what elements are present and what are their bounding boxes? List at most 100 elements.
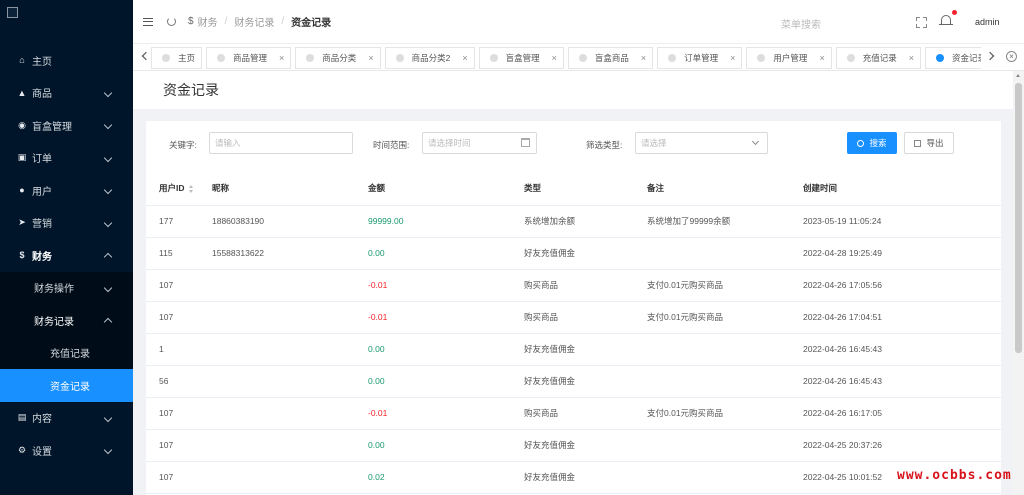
sidebar-item-goods[interactable]: ▲ 商品 bbox=[0, 77, 133, 110]
type-filter-select[interactable]: 请选择 bbox=[635, 132, 768, 154]
sidebar-item-users[interactable]: ● 用户 bbox=[0, 174, 133, 207]
tab-goods-category[interactable]: 商品分类 × bbox=[295, 47, 381, 69]
tab-goods-category2[interactable]: 商品分类2 × bbox=[384, 47, 475, 69]
close-icon[interactable]: × bbox=[909, 53, 914, 63]
logo[interactable] bbox=[0, 0, 133, 44]
breadcrumb-item[interactable]: 财务记录 bbox=[234, 14, 274, 29]
close-icon[interactable]: × bbox=[279, 53, 284, 63]
created-time-cell: 2022-04-26 16:45:43 bbox=[790, 333, 1001, 366]
sidebar-item-orders[interactable]: ▣ 订单 bbox=[0, 142, 133, 175]
sidebar-item-fund-records[interactable]: 资金记录 bbox=[0, 369, 133, 402]
records-card: 关键字: 请输入 时间范围: 请选择时间 筛选类型: 请选择 搜索 导出 用户I… bbox=[146, 121, 1001, 495]
bell-icon[interactable] bbox=[939, 10, 957, 27]
breadcrumb-item[interactable]: 财务 bbox=[198, 14, 218, 29]
page-header: 资金记录 bbox=[133, 71, 1013, 109]
sidebar-item-home[interactable]: ⌂ 主页 bbox=[0, 44, 133, 77]
tab-user-manage[interactable]: 用户管理 × bbox=[746, 47, 832, 69]
tab-dot bbox=[395, 54, 404, 62]
sidebar-item-finance-records[interactable]: 财务记录 bbox=[0, 304, 133, 337]
tab-recharge-records[interactable]: 充值记录 × bbox=[835, 47, 921, 69]
tab-dot bbox=[757, 54, 766, 62]
table-body: 177 18860383190 99999.00 系统增加余额 系统增加了99999余额… bbox=[146, 205, 1001, 494]
remark-cell bbox=[634, 333, 790, 366]
user-id-cell: 107 bbox=[146, 461, 199, 494]
amount-cell: 0.00 bbox=[355, 365, 511, 398]
table-row: 107 0.02 好友充值佣金 2022-04-25 10:01:52 bbox=[146, 461, 1001, 494]
table-row: 1 0.00 好友充值佣金 2022-04-26 16:45:43 bbox=[146, 333, 1001, 366]
amount-cell: -0.01 bbox=[355, 301, 511, 334]
refresh-icon[interactable] bbox=[167, 17, 176, 26]
close-icon[interactable]: × bbox=[368, 53, 373, 63]
keyword-input[interactable]: 请输入 bbox=[209, 132, 353, 154]
tab-fund-records[interactable]: 资金记录× bbox=[924, 47, 981, 69]
sort-icon[interactable] bbox=[188, 184, 194, 193]
export-button[interactable]: 导出 bbox=[904, 132, 954, 154]
user-id-cell: 107 bbox=[146, 429, 199, 462]
tabs-scroll-right-icon[interactable] bbox=[985, 51, 995, 61]
scroll-up-icon[interactable] bbox=[1016, 74, 1020, 77]
sidebar-item-content[interactable]: ▤ 内容 bbox=[0, 402, 133, 435]
table-row: 107 0.00 好友充值佣金 2022-04-25 20:37:26 bbox=[146, 429, 1001, 462]
tab-dot bbox=[217, 54, 226, 62]
type-cell: 好友充值佣金 bbox=[511, 365, 634, 398]
column-header-nickname: 昵称 bbox=[199, 171, 355, 206]
table-row: 56 0.00 好友充值佣金 2022-04-26 16:45:43 bbox=[146, 365, 1001, 398]
tab-label: 用户管理 bbox=[773, 53, 808, 63]
calendar-icon bbox=[521, 138, 530, 147]
time-range-picker[interactable]: 请选择时间 bbox=[422, 132, 537, 154]
nickname-cell bbox=[199, 429, 355, 462]
close-icon[interactable]: × bbox=[730, 53, 735, 63]
close-icon[interactable]: × bbox=[552, 53, 557, 63]
tab-blindbox-goods[interactable]: 盲盒商品 × bbox=[567, 47, 654, 69]
sidebar-item-blindbox[interactable]: ◉ 盲盒管理 bbox=[0, 109, 133, 142]
header: $ 财务 / 财务记录 / 资金记录 菜单搜索 admin bbox=[133, 0, 1024, 44]
type-cell: 好友充值佣金 bbox=[511, 237, 634, 270]
menu-search-input[interactable]: 菜单搜索 bbox=[781, 16, 821, 31]
fullscreen-icon[interactable] bbox=[916, 17, 927, 28]
tab-label: 充值记录 bbox=[862, 53, 897, 63]
tab-dot bbox=[306, 54, 315, 62]
chevron-down-icon bbox=[103, 413, 113, 422]
gear-icon: ⚙ bbox=[17, 444, 27, 455]
sidebar-item-settings[interactable]: ⚙ 设置 bbox=[0, 434, 133, 467]
created-time-cell: 2022-04-26 17:04:51 bbox=[790, 301, 1001, 334]
close-icon[interactable]: × bbox=[462, 53, 467, 63]
sidebar-item-finance[interactable]: $ 财务 bbox=[0, 239, 133, 272]
breadcrumb-separator: / bbox=[224, 16, 228, 27]
column-header-remark: 备注 bbox=[634, 171, 790, 206]
page-title: 资金记录 bbox=[163, 82, 219, 98]
column-header-user-id[interactable]: 用户ID bbox=[146, 171, 199, 206]
close-icon[interactable]: × bbox=[641, 53, 646, 63]
tab-label: 商品管理 bbox=[233, 53, 268, 63]
sidebar-item-recharge-records[interactable]: 充值记录 bbox=[0, 337, 133, 370]
breadcrumb: $ 财务 / 财务记录 / 资金记录 bbox=[188, 14, 331, 29]
sidebar-item-label: 财务操作 bbox=[34, 284, 74, 296]
tab-home[interactable]: 主页 bbox=[151, 47, 203, 69]
sidebar-item-marketing[interactable]: ➤ 营销 bbox=[0, 207, 133, 240]
search-button[interactable]: 搜索 bbox=[847, 132, 897, 154]
chevron-up-icon bbox=[103, 253, 113, 262]
created-time-cell: 2022-04-25 20:37:26 bbox=[790, 429, 1001, 462]
user-icon: ● bbox=[19, 185, 25, 196]
tabs-bar: 主页 商品管理 × 商品分类 × 商品分类2 × 盲盒管理 × 盲盒商品 × 订单管理 × … bbox=[133, 44, 1024, 71]
dollar-icon: $ bbox=[19, 250, 25, 261]
nickname-cell bbox=[199, 301, 355, 334]
scrollbar-thumb[interactable] bbox=[1015, 83, 1022, 353]
page-scrollbar[interactable] bbox=[1013, 71, 1024, 495]
nickname-cell bbox=[199, 269, 355, 302]
tabs-scroll-left-icon[interactable] bbox=[141, 51, 151, 61]
sidebar-item-finance-ops[interactable]: 财务操作 bbox=[0, 272, 133, 305]
remark-cell: 支付0.01元购买商品 bbox=[634, 301, 790, 334]
tab-blindbox-manage[interactable]: 盲盒管理 × bbox=[478, 47, 564, 69]
sidebar-item-label: 用户 bbox=[32, 186, 52, 198]
tab-label: 资金记录 bbox=[951, 53, 981, 63]
user-name[interactable]: admin bbox=[975, 17, 1000, 27]
close-all-tabs-icon[interactable]: × bbox=[1006, 51, 1017, 62]
user-id-cell: 107 bbox=[146, 397, 199, 430]
tab-order-manage[interactable]: 订单管理 × bbox=[657, 47, 743, 69]
tab-goods-manage[interactable]: 商品管理 × bbox=[206, 47, 292, 69]
records-table: 用户ID 昵称 金额 类型 备注 创建时间 177 18860383190 9999… bbox=[146, 171, 1001, 494]
menu-toggle-icon[interactable] bbox=[143, 17, 153, 26]
type-cell: 好友充值佣金 bbox=[511, 429, 634, 462]
close-icon[interactable]: × bbox=[819, 53, 824, 63]
